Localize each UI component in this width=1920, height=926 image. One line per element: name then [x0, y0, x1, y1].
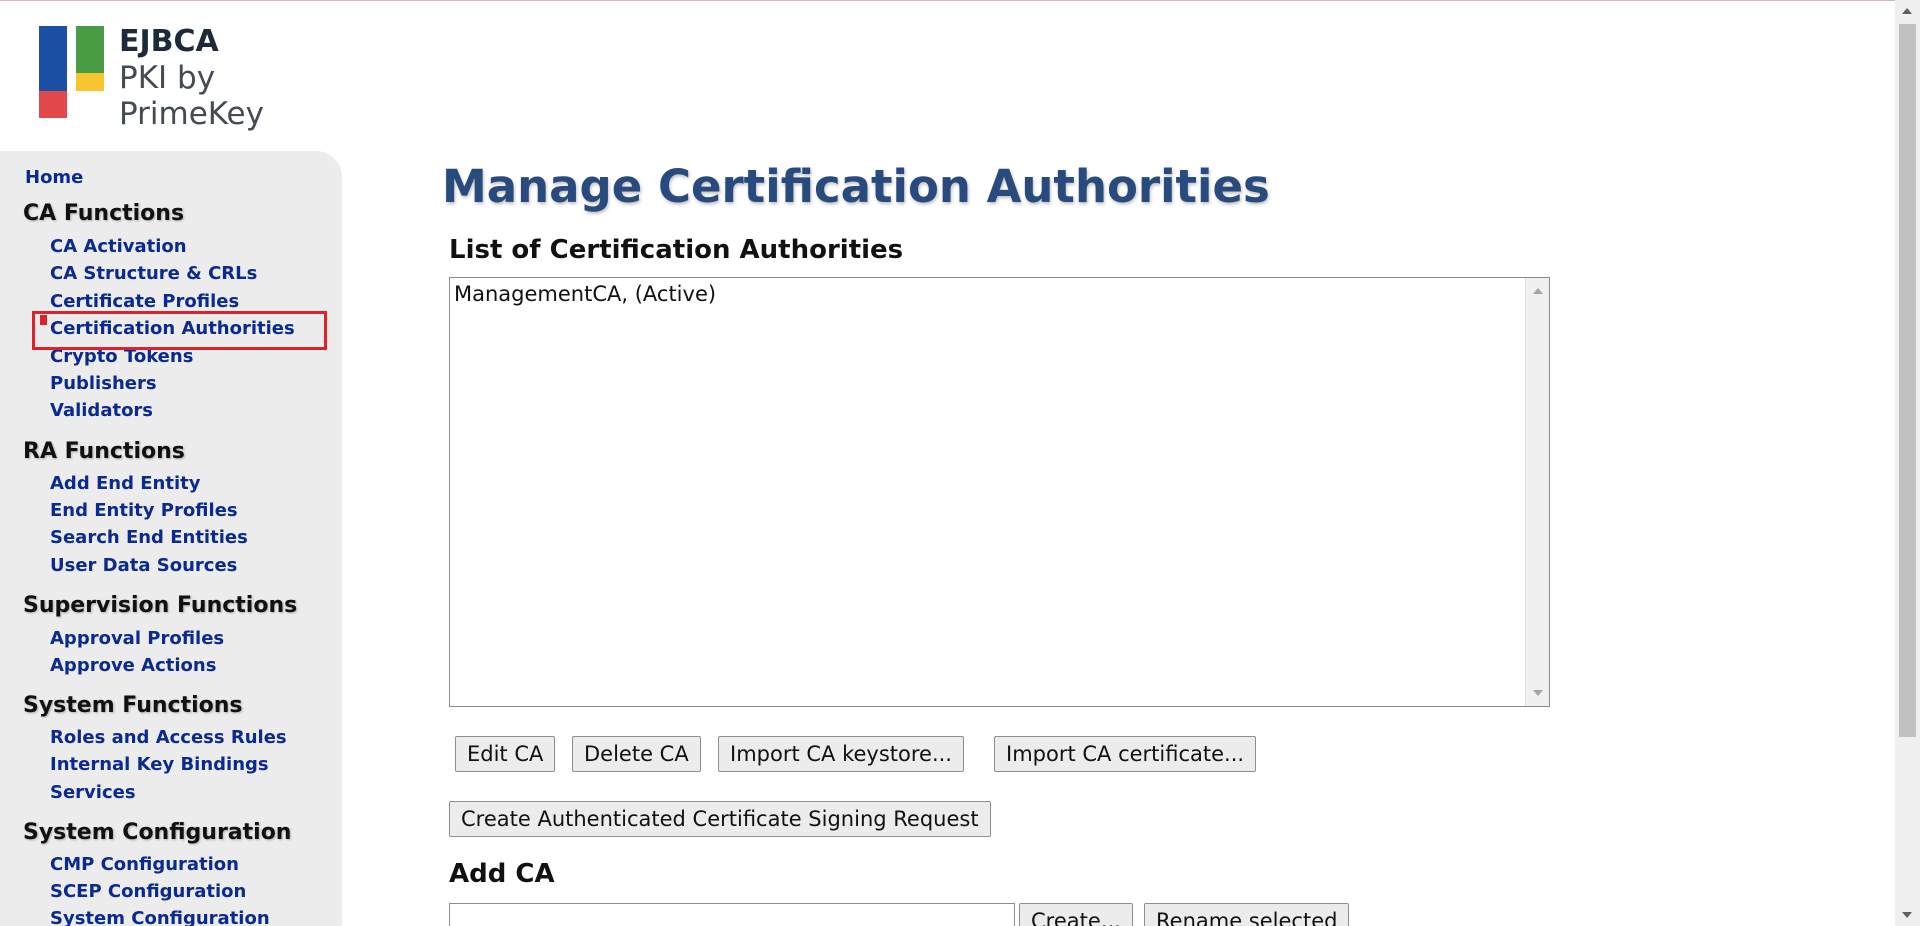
- ca-name-input[interactable]: [449, 903, 1015, 926]
- ejbca-logo[interactable]: EJBCA PKI by PrimeKey: [39, 24, 359, 132]
- nav-link-ca-activation[interactable]: CA Activation: [50, 236, 187, 257]
- window-scroll-thumb[interactable]: [1899, 24, 1916, 737]
- highlight-annotation-box: [32, 311, 327, 350]
- nav-section-ra-functions: RA Functions: [23, 439, 185, 464]
- nav-link-roles-access-rules[interactable]: Roles and Access Rules: [50, 727, 287, 748]
- ca-listbox[interactable]: ManagementCA, (Active): [449, 277, 1550, 707]
- nav-section-system-functions: System Functions: [23, 693, 243, 718]
- create-ca-button[interactable]: Create...: [1019, 903, 1133, 926]
- scroll-up-arrow-icon[interactable]: [1533, 288, 1543, 294]
- top-border: [0, 0, 1920, 1]
- ca-list-scrollbar[interactable]: [1525, 278, 1549, 706]
- import-ca-certificate-button[interactable]: Import CA certificate...: [994, 736, 1257, 772]
- logo-bar-yellow: [76, 73, 104, 91]
- scroll-down-arrow-icon[interactable]: [1533, 690, 1543, 696]
- logo-bar-green: [76, 26, 104, 74]
- nav-link-approval-profiles[interactable]: Approval Profiles: [50, 628, 224, 649]
- highlight-annotation-marker: [40, 315, 47, 325]
- nav-section-ca-functions: CA Functions: [23, 201, 185, 226]
- window-scrollbar[interactable]: [1895, 0, 1920, 926]
- nav-link-ca-structure-crls[interactable]: CA Structure & CRLs: [50, 263, 257, 284]
- logo-subtitle: PKI by PrimeKey: [119, 60, 264, 132]
- nav-link-certificate-profiles[interactable]: Certificate Profiles: [50, 291, 239, 312]
- nav-link-services[interactable]: Services: [50, 782, 136, 803]
- add-ca-heading: Add CA: [449, 859, 555, 889]
- nav-link-add-end-entity[interactable]: Add End Entity: [50, 473, 200, 494]
- rename-selected-button[interactable]: Rename selected: [1144, 903, 1350, 926]
- nav-link-validators[interactable]: Validators: [50, 400, 153, 421]
- nav-home-link[interactable]: Home: [25, 167, 83, 188]
- nav-link-internal-key-bindings[interactable]: Internal Key Bindings: [50, 754, 269, 775]
- sidebar-nav: Home CA Functions CA Activation CA Struc…: [0, 151, 342, 926]
- nav-section-system-configuration: System Configuration: [23, 820, 292, 845]
- nav-link-scep-configuration[interactable]: SCEP Configuration: [50, 881, 246, 902]
- delete-ca-button[interactable]: Delete CA: [572, 736, 701, 772]
- edit-ca-button[interactable]: Edit CA: [455, 736, 556, 772]
- nav-link-publishers[interactable]: Publishers: [50, 373, 157, 394]
- nav-link-search-end-entities[interactable]: Search End Entities: [50, 527, 248, 548]
- nav-section-supervision-functions: Supervision Functions: [23, 593, 298, 618]
- create-csr-button[interactable]: Create Authenticated Certificate Signing…: [449, 801, 991, 837]
- window-scroll-down-icon[interactable]: [1902, 912, 1912, 918]
- page-title: Manage Certification Authorities: [442, 160, 1270, 213]
- window-scroll-up-icon[interactable]: [1902, 8, 1912, 14]
- nav-link-end-entity-profiles[interactable]: End Entity Profiles: [50, 500, 238, 521]
- nav-link-system-configuration[interactable]: System Configuration: [50, 908, 270, 926]
- ca-list-item[interactable]: ManagementCA, (Active): [454, 282, 716, 306]
- logo-title: EJBCA: [119, 24, 219, 59]
- nav-link-cmp-configuration[interactable]: CMP Configuration: [50, 854, 239, 875]
- logo-bar-red: [39, 91, 67, 118]
- ca-list-heading: List of Certification Authorities: [449, 235, 904, 265]
- nav-link-user-data-sources[interactable]: User Data Sources: [50, 555, 237, 576]
- page: EJBCA PKI by PrimeKey Home CA Functions …: [0, 0, 1920, 926]
- import-ca-keystore-button[interactable]: Import CA keystore...: [718, 736, 964, 772]
- nav-link-approve-actions[interactable]: Approve Actions: [50, 655, 216, 676]
